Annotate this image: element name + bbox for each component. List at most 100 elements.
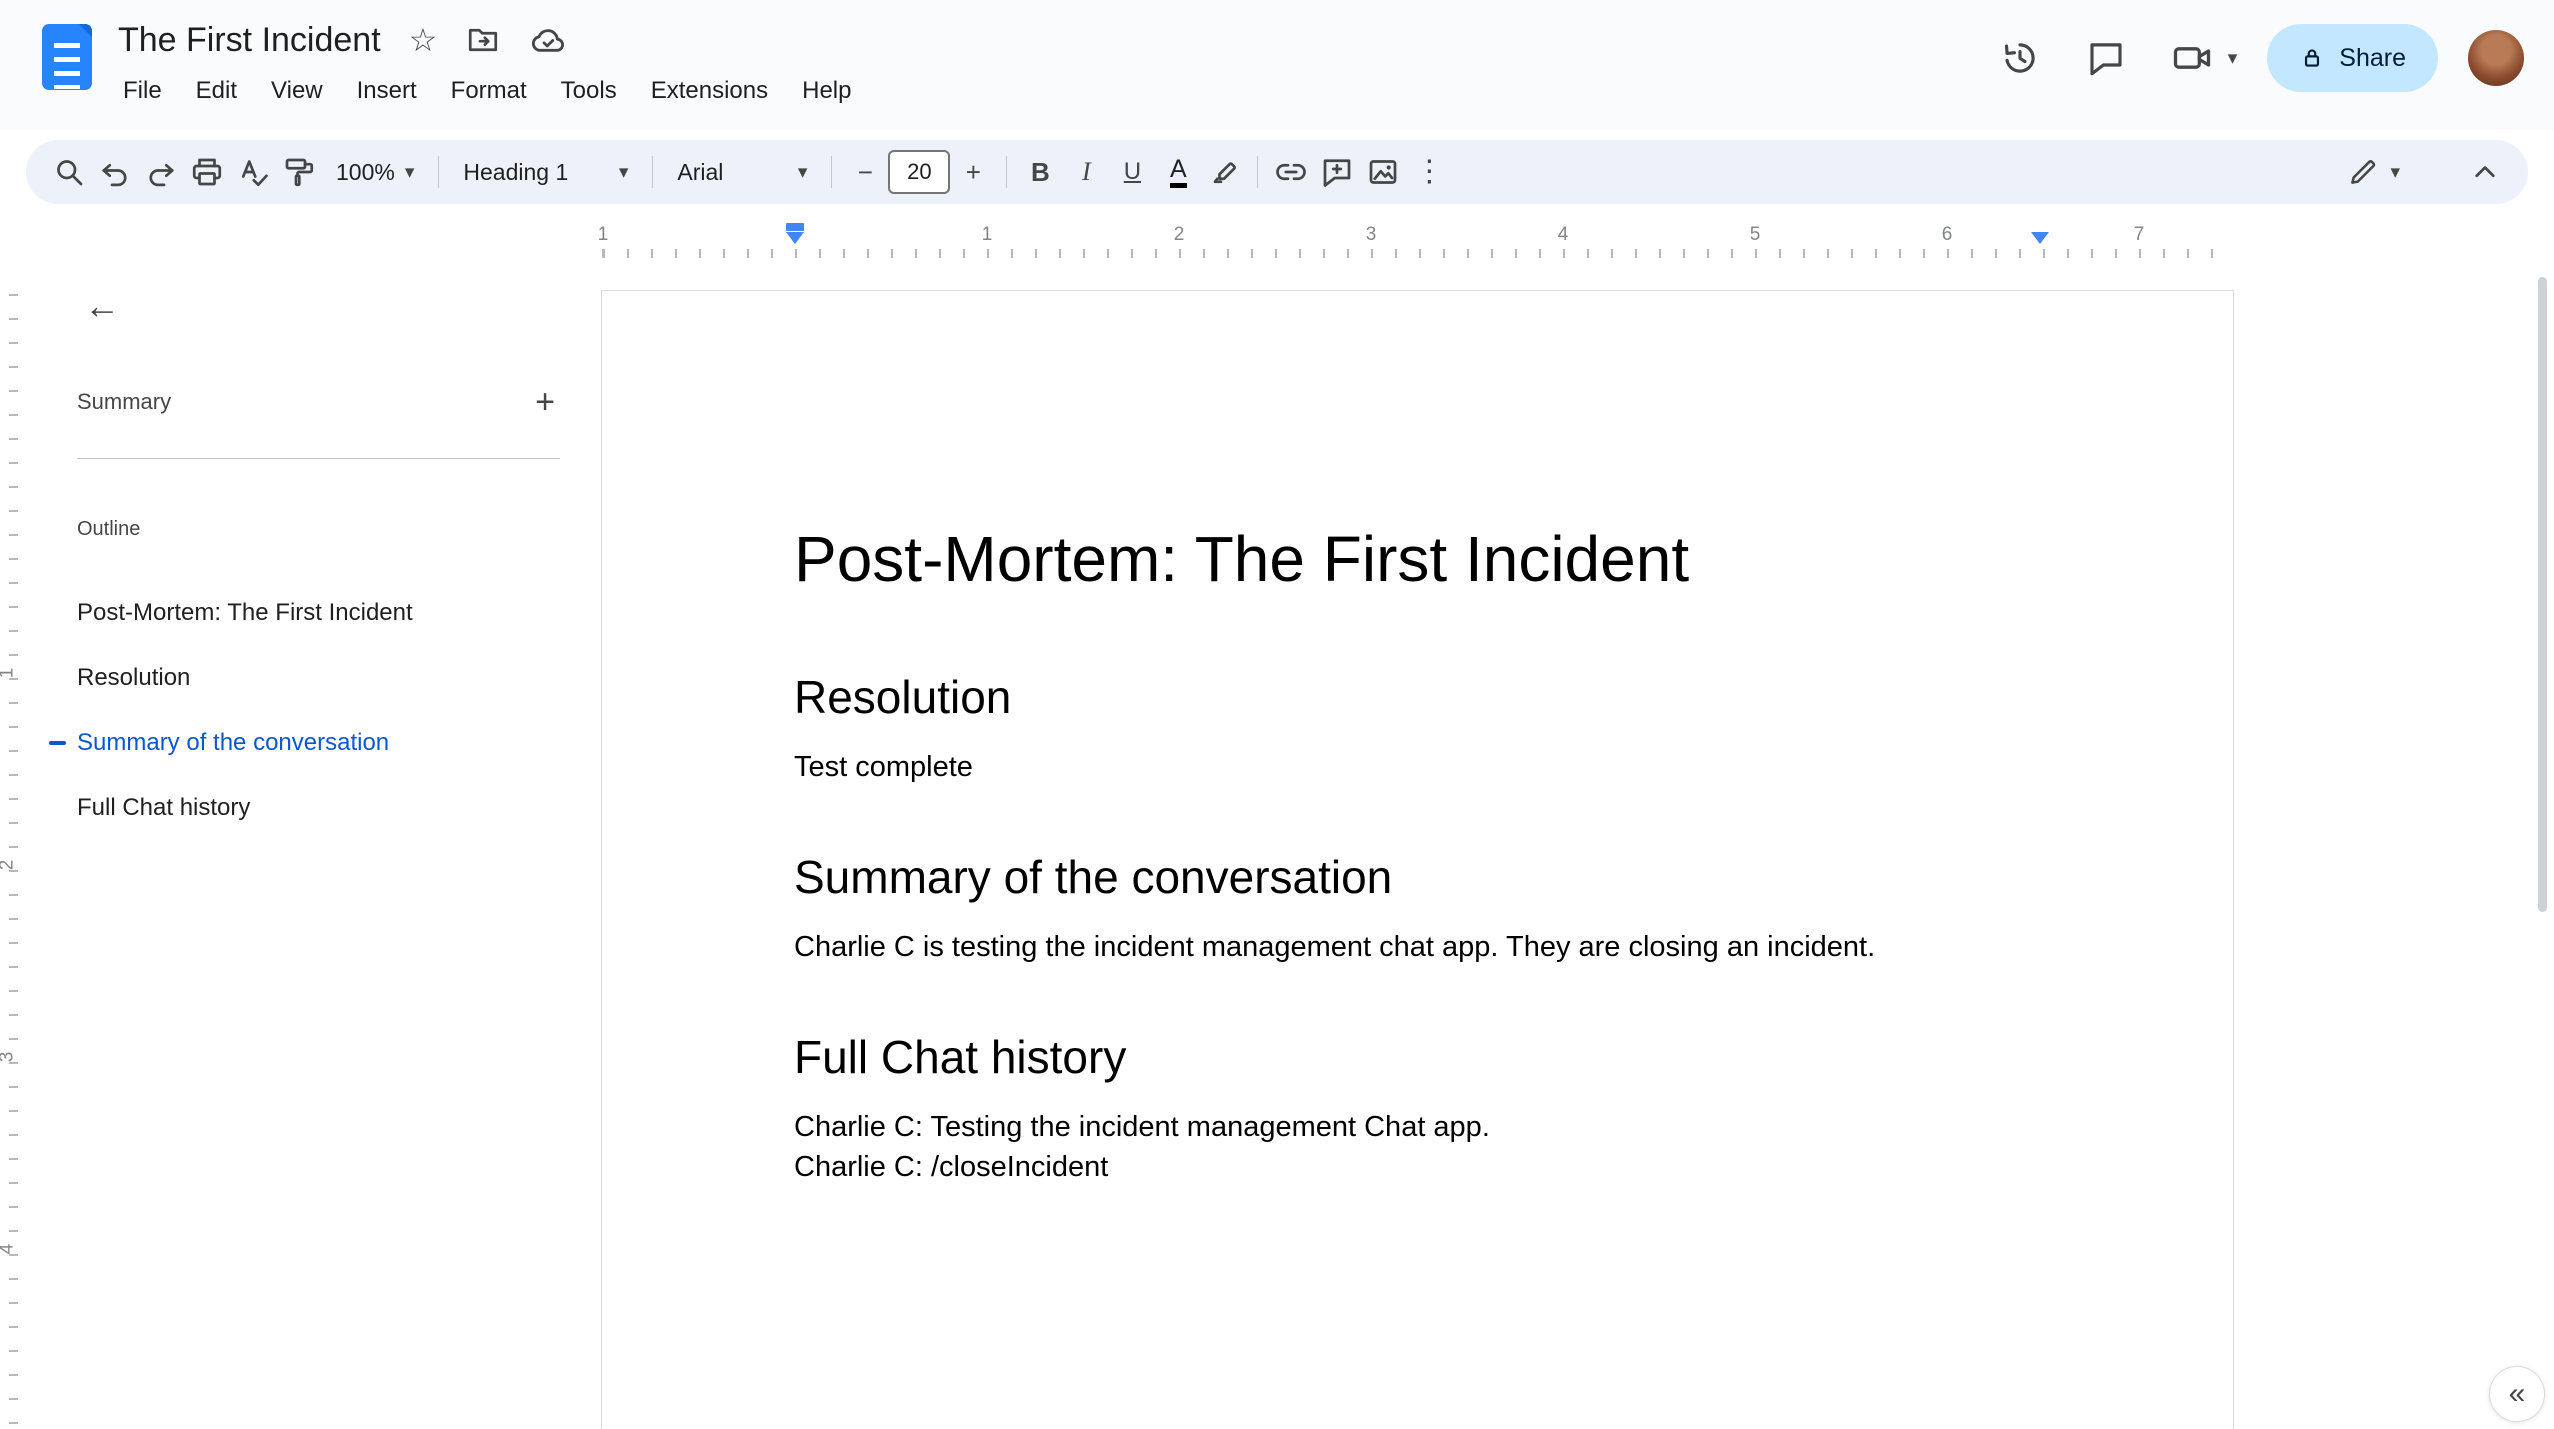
video-call-icon[interactable] xyxy=(2164,30,2220,86)
menu-file[interactable]: File xyxy=(106,71,179,111)
vruler-number: 3 xyxy=(0,1052,18,1063)
paint-format-icon[interactable] xyxy=(278,151,320,193)
spellcheck-icon[interactable] xyxy=(232,151,274,193)
toolbar-divider xyxy=(1006,156,1008,188)
ruler-number: 1 xyxy=(981,224,993,245)
docs-logo-fold xyxy=(79,24,92,37)
font-size-input[interactable] xyxy=(888,150,951,194)
outline-item[interactable]: Resolution xyxy=(49,645,559,710)
more-options-icon[interactable]: ⋮ xyxy=(1408,151,1450,193)
menu-help[interactable]: Help xyxy=(785,71,868,111)
vertical-scrollbar-thumb[interactable] xyxy=(2538,277,2547,912)
left-indent-marker[interactable] xyxy=(786,232,804,244)
lock-icon xyxy=(2305,49,2320,67)
increase-font-size-button[interactable]: + xyxy=(952,151,994,193)
move-folder-icon[interactable] xyxy=(465,22,501,58)
toolbar: 100% ▾ Heading 1 ▾ Arial ▾ − + B I U A xyxy=(26,140,2528,204)
toolbar-divider xyxy=(831,156,833,188)
add-comment-icon[interactable] xyxy=(1316,151,1358,193)
add-summary-button[interactable]: + xyxy=(523,380,567,424)
star-icon[interactable]: ☆ xyxy=(409,24,438,56)
summary-section: Summary + xyxy=(77,378,567,426)
ruler-number: 1 xyxy=(597,224,609,245)
outline-item[interactable]: Post-Mortem: The First Incident xyxy=(49,580,559,645)
menu-format[interactable]: Format xyxy=(434,71,544,111)
side-panel-toggle-button[interactable]: « xyxy=(2489,1366,2545,1422)
right-indent-marker[interactable] xyxy=(2031,232,2049,244)
font-caret-icon: ▾ xyxy=(797,161,808,183)
doc-heading-2[interactable]: Full Chat history xyxy=(794,1030,2039,1085)
ruler-number: 2 xyxy=(1173,224,1185,245)
app-header: The First Incident ☆ File Edit View Inse… xyxy=(0,0,2554,130)
outline-label: Outline xyxy=(77,518,141,540)
share-label: Share xyxy=(2339,43,2406,72)
menu-edit[interactable]: Edit xyxy=(179,71,254,111)
ruler-number: 3 xyxy=(1365,224,1377,245)
google-docs-app: The First Incident ☆ File Edit View Inse… xyxy=(0,0,2554,1429)
video-call-caret-icon[interactable]: ▾ xyxy=(2228,49,2238,68)
menu-tools[interactable]: Tools xyxy=(544,71,634,111)
insert-link-icon[interactable] xyxy=(1270,151,1312,193)
docs-logo-lines xyxy=(54,43,80,89)
zoom-select[interactable]: 100% ▾ xyxy=(324,151,426,193)
search-menus-icon[interactable] xyxy=(48,151,90,193)
version-history-icon[interactable] xyxy=(1992,30,2048,86)
style-caret-icon: ▾ xyxy=(618,161,629,183)
text-color-button[interactable]: A xyxy=(1157,151,1199,193)
editing-mode-select[interactable]: ▾ xyxy=(2334,151,2412,193)
doc-paragraph[interactable]: Charlie C is testing the incident manage… xyxy=(794,927,2039,967)
text-color-label: A xyxy=(1170,156,1187,188)
doc-heading-2[interactable]: Resolution xyxy=(794,670,2039,725)
avatar[interactable] xyxy=(2468,30,2524,86)
outline-item-label: Post-Mortem: The First Incident xyxy=(77,598,413,626)
document-title[interactable]: The First Incident xyxy=(118,21,381,60)
ruler-number: 5 xyxy=(1749,224,1761,245)
outline-list: Post-Mortem: The First Incident Resoluti… xyxy=(49,580,559,840)
paragraph-style-select[interactable]: Heading 1 ▾ xyxy=(451,151,640,193)
paragraph-style-value: Heading 1 xyxy=(463,158,569,185)
outline-item[interactable]: Full Chat history xyxy=(49,775,559,840)
outline-item-label: Summary of the conversation xyxy=(77,728,390,756)
doc-heading-2[interactable]: Summary of the conversation xyxy=(794,850,2039,905)
doc-paragraph[interactable]: Charlie C: Testing the incident manageme… xyxy=(794,1107,2039,1147)
edit-mode-pencil-icon xyxy=(2351,160,2376,184)
doc-paragraph[interactable]: Charlie C: /closeIncident xyxy=(794,1147,2039,1187)
vruler-number: 4 xyxy=(0,1244,18,1255)
insert-image-icon[interactable] xyxy=(1362,151,1404,193)
menu-extensions[interactable]: Extensions xyxy=(634,71,785,111)
collapse-left-icon: « xyxy=(2508,1377,2526,1410)
first-line-indent-marker[interactable] xyxy=(786,223,804,231)
font-family-select[interactable]: Arial ▾ xyxy=(665,151,819,193)
docs-logo-icon[interactable] xyxy=(42,24,92,90)
underline-button[interactable]: U xyxy=(1111,151,1153,193)
doc-paragraph[interactable]: Test complete xyxy=(794,747,2039,787)
decrease-font-size-button[interactable]: − xyxy=(844,151,886,193)
outline-item[interactable]: Summary of the conversation xyxy=(49,710,559,775)
menu-insert[interactable]: Insert xyxy=(340,71,434,111)
share-button[interactable]: Share xyxy=(2267,24,2438,92)
undo-icon[interactable] xyxy=(94,151,136,193)
vruler-number: 2 xyxy=(0,860,18,871)
ruler-number: 7 xyxy=(2133,224,2145,245)
document-page[interactable]: Post-Mortem: The First Incident Resoluti… xyxy=(601,290,2234,1429)
collapse-toolbar-icon[interactable] xyxy=(2464,151,2506,193)
header-actions: ▾ Share xyxy=(1992,24,2524,92)
cloud-saved-icon[interactable] xyxy=(529,21,567,59)
toolbar-divider xyxy=(652,156,654,188)
bold-button[interactable]: B xyxy=(1019,151,1061,193)
menubar: File Edit View Insert Format Tools Exten… xyxy=(106,68,868,114)
ruler-number: 4 xyxy=(1557,224,1569,245)
menu-view[interactable]: View xyxy=(254,71,340,111)
comments-icon[interactable] xyxy=(2078,30,2134,86)
toolbar-divider xyxy=(438,156,440,188)
ruler-ticks xyxy=(601,249,2234,258)
highlight-color-icon[interactable] xyxy=(1203,151,1245,193)
close-outline-back-icon[interactable]: ← xyxy=(78,282,126,330)
print-icon[interactable] xyxy=(186,151,228,193)
italic-button[interactable]: I xyxy=(1065,151,1107,193)
doc-heading-1[interactable]: Post-Mortem: The First Incident xyxy=(794,521,2039,598)
video-call-control[interactable]: ▾ xyxy=(2164,30,2238,86)
vertical-ruler-ticks xyxy=(9,288,18,1429)
redo-icon[interactable] xyxy=(140,151,182,193)
horizontal-ruler[interactable]: 1 1 2 3 4 5 6 7 xyxy=(597,222,2234,260)
